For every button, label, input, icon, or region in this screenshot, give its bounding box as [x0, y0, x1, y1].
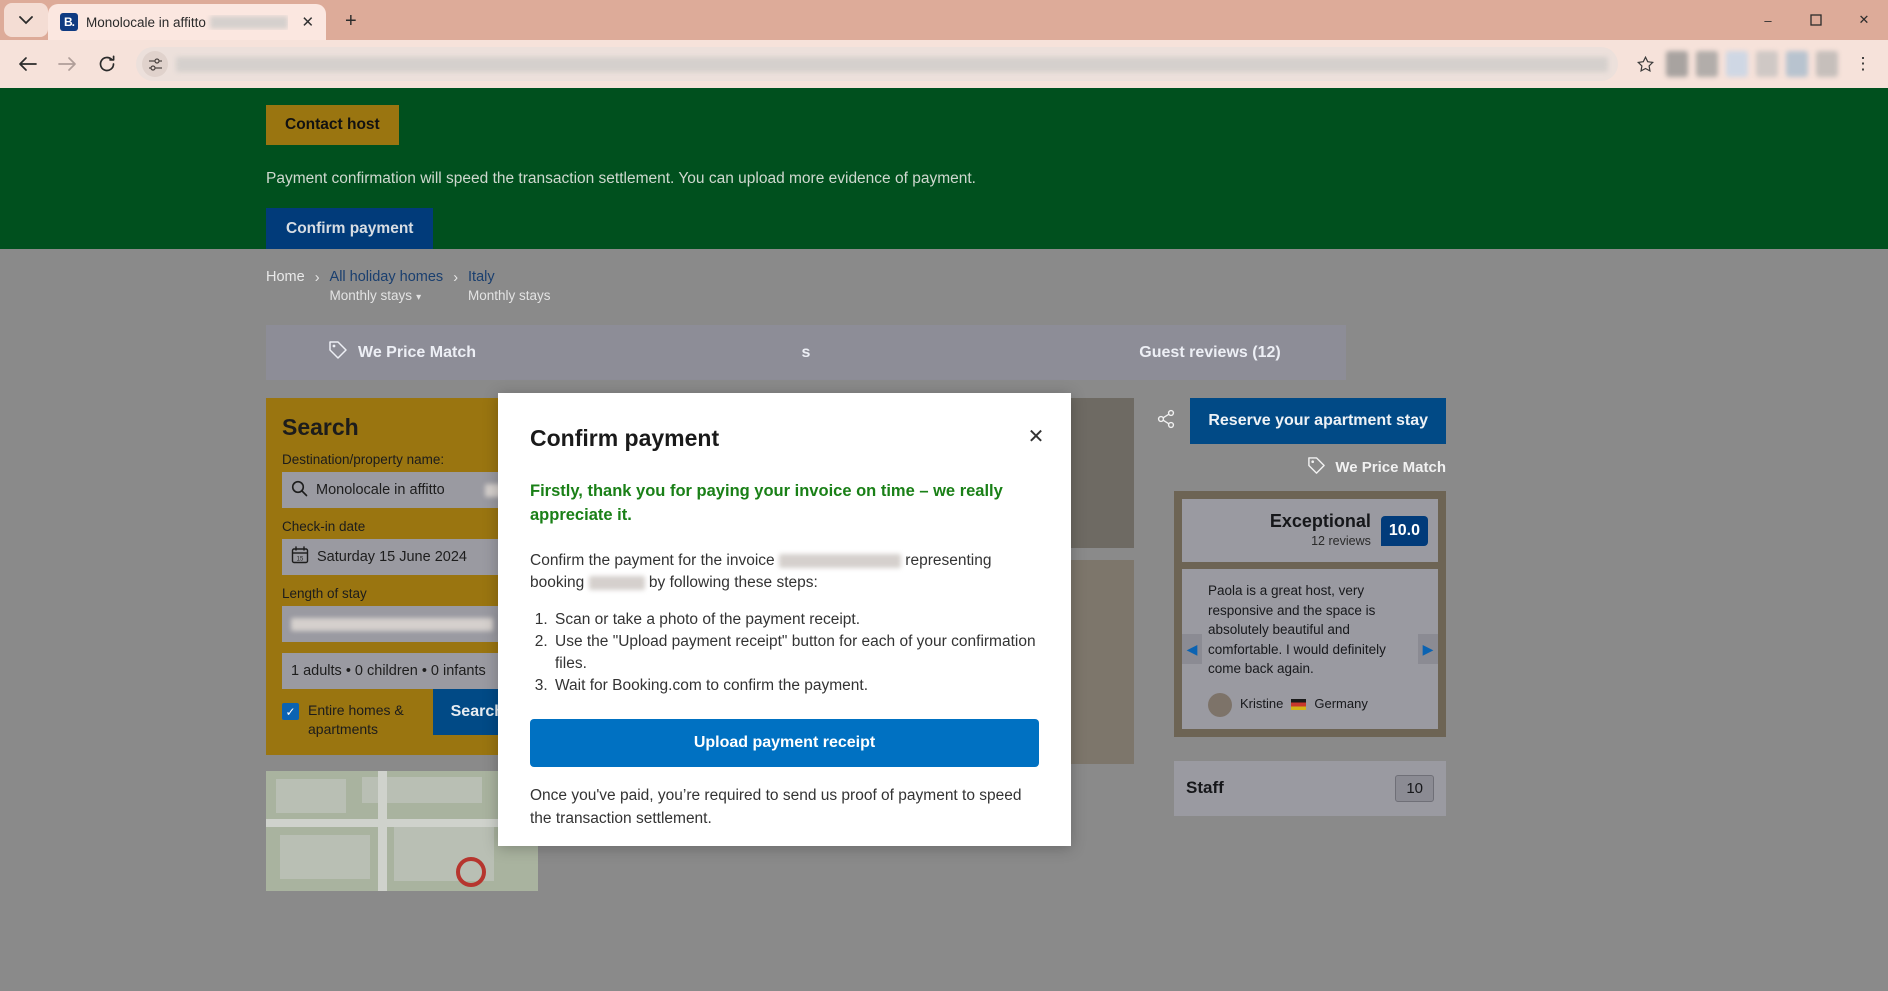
kebab-menu-icon[interactable]: ⋮ [1848, 47, 1878, 81]
modal-step: Use the "Upload payment receipt" button … [552, 631, 1039, 674]
extension-icon[interactable] [1696, 51, 1718, 77]
booking-favicon: B. [60, 13, 78, 31]
dimmed-page-content: Home › All holiday homes Monthly stays ▾ … [0, 249, 1888, 991]
tab-strip: B. Monolocale in affitto ✕ + – ✕ [0, 0, 1888, 40]
banner-inner: Contact host Payment confirmation will s… [266, 105, 1446, 250]
extension-icon[interactable] [1756, 51, 1778, 77]
url-redaction [176, 56, 1608, 72]
tab-search-chevron-down-icon[interactable] [4, 3, 48, 37]
extension-icon[interactable] [1786, 51, 1808, 77]
browser-tab[interactable]: B. Monolocale in affitto ✕ [48, 4, 326, 40]
modal-body: Confirm the payment for the invoice repr… [530, 550, 1039, 595]
extension-icon[interactable] [1726, 51, 1748, 77]
modal-step: Scan or take a photo of the payment rece… [552, 609, 1039, 630]
address-bar[interactable] [136, 47, 1618, 81]
invoice-redaction [778, 553, 901, 568]
modal-steps: Scan or take a photo of the payment rece… [552, 609, 1039, 697]
tune-icon[interactable] [142, 51, 168, 77]
tab-title: Monolocale in affitto [86, 15, 288, 30]
page-viewport: Contact host Payment confirmation will s… [0, 88, 1888, 991]
confirm-payment-button[interactable]: Confirm payment [266, 208, 434, 250]
reload-icon[interactable] [90, 47, 124, 81]
tab-title-text: Monolocale in affitto [86, 14, 206, 30]
booking-redaction [588, 576, 645, 591]
favicon-label: B. [64, 15, 75, 29]
browser-window: B. Monolocale in affitto ✕ + – ✕ ⋮ Conta… [0, 0, 1888, 991]
window-controls: – ✕ [1744, 0, 1888, 40]
modal-footer-note: Once you've paid, you’re required to sen… [530, 787, 1022, 827]
arrow-right-icon [50, 47, 84, 81]
contact-host-button[interactable]: Contact host [266, 105, 399, 145]
browser-toolbar: ⋮ [0, 40, 1888, 88]
extension-icon[interactable] [1816, 51, 1838, 77]
confirm-payment-modal: ✕ Confirm payment Firstly, thank you for… [498, 393, 1071, 846]
extensions-strip [1666, 51, 1842, 77]
close-icon[interactable]: ✕ [296, 10, 320, 34]
close-icon[interactable]: ✕ [1023, 423, 1049, 449]
modal-lead: Firstly, thank you for paying your invoi… [530, 482, 1003, 524]
modal-step: Wait for Booking.com to confirm the paym… [552, 675, 1039, 696]
modal-overlay: ✕ Confirm payment Firstly, thank you for… [0, 249, 1888, 991]
modal-title: Confirm payment [530, 425, 720, 451]
close-window-button[interactable]: ✕ [1840, 0, 1888, 40]
payment-banner: Contact host Payment confirmation will s… [0, 88, 1888, 250]
extension-icon[interactable] [1666, 51, 1688, 77]
maximize-button[interactable] [1792, 0, 1840, 40]
tab-title-redaction [209, 16, 288, 30]
minimize-button[interactable]: – [1744, 0, 1792, 40]
arrow-left-icon[interactable] [10, 47, 44, 81]
plus-icon[interactable]: + [334, 4, 368, 38]
modal-body-after: by following these steps: [648, 574, 818, 592]
modal-body-before: Confirm the payment for the invoice [530, 551, 775, 569]
star-icon[interactable] [1630, 49, 1660, 79]
upload-payment-receipt-button[interactable]: Upload payment receipt [530, 719, 1039, 768]
banner-note: Payment confirmation will speed the tran… [266, 170, 976, 187]
